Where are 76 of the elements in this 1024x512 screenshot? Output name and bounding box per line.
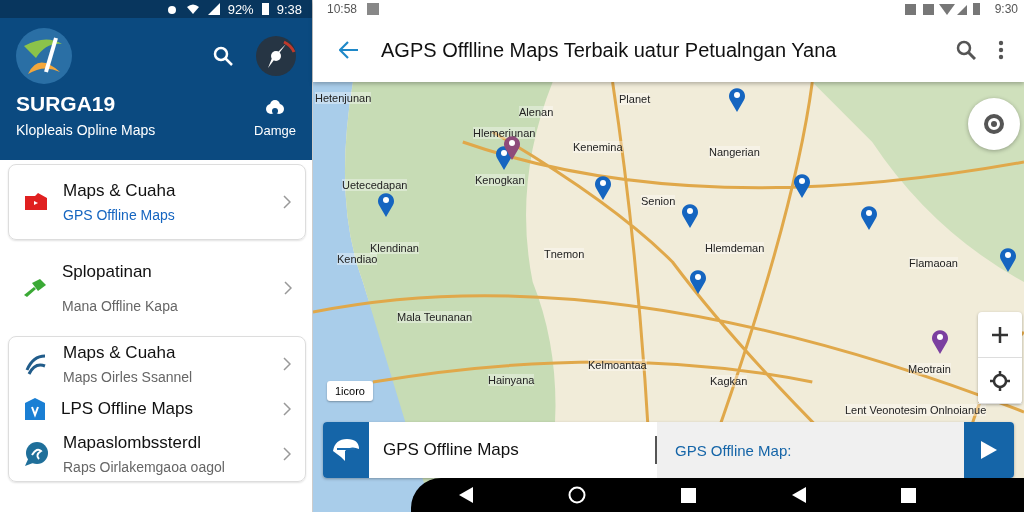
menu-item[interactable]: Maps & Cuaha GPS Offline Maps <box>9 165 305 239</box>
wifi-icon <box>185 3 200 15</box>
place-label: Hainyana <box>488 374 535 386</box>
status-clock: 10:58 <box>327 2 358 16</box>
map-pin-icon[interactable] <box>594 174 612 200</box>
recents-icon[interactable] <box>901 487 917 503</box>
map-pin-icon[interactable] <box>681 202 699 228</box>
compass-icon[interactable] <box>256 36 296 76</box>
crosshair-icon <box>990 370 1010 391</box>
video-icon <box>23 192 49 212</box>
place-label: Kelmoantaa <box>588 359 647 371</box>
place-label: Lent Veonotesim Onlnoianue <box>845 404 987 416</box>
status-time: 9:38 <box>276 1 302 17</box>
place-label: Nangerian <box>709 146 760 158</box>
place-label: Tnemon <box>544 248 585 260</box>
place-label: Kendiao <box>337 253 378 265</box>
menu-link[interactable]: GPS Offline Maps <box>63 207 269 223</box>
place-label: Mala Teunanan <box>397 311 473 323</box>
place-label: Hlemerjunan <box>473 127 536 139</box>
place-label: Hetenjunan <box>315 92 372 104</box>
hammer-icon <box>22 277 48 299</box>
map-pin-icon[interactable] <box>860 204 878 230</box>
plus-icon <box>991 325 1009 344</box>
place-label: Kenemina <box>573 141 623 153</box>
place-label: Planet <box>619 93 651 105</box>
place-label: Klendinan <box>370 242 419 254</box>
account-action[interactable]: Damge <box>254 99 296 138</box>
helmet-icon <box>331 437 361 463</box>
more-icon[interactable] <box>998 40 1004 60</box>
status-time: 9:30 <box>994 2 1018 16</box>
place-label: Alenan <box>519 106 554 118</box>
alarm-icon <box>165 3 178 15</box>
chevron-icon <box>283 402 291 416</box>
menu-item[interactable]: Maps & Cuaha Maps Oirles Ssannel <box>9 337 305 391</box>
chevron-icon <box>283 357 291 371</box>
chevron-icon <box>283 447 291 461</box>
map-pin-icon[interactable] <box>931 328 949 354</box>
back-arrow-icon[interactable] <box>339 41 359 59</box>
place-label: Kenogkan <box>475 174 525 186</box>
place-label: Hlemdeman <box>705 242 765 254</box>
map-pin-icon[interactable] <box>377 191 395 217</box>
search-suggestion[interactable]: GPS Offline Map: <box>657 422 964 478</box>
menu-item[interactable]: Splopatinan Mana Offline Kapa <box>8 248 306 328</box>
back-icon[interactable] <box>791 487 806 503</box>
place-label: Meotrain <box>908 363 951 375</box>
menu-item[interactable]: Mapaslombssterdl Raps Oirlakemgaoa oagol <box>9 427 305 481</box>
home-icon <box>23 397 47 421</box>
drawer-title: SURGA19 <box>16 92 117 116</box>
place-label: Uetecedapan <box>342 179 408 191</box>
chevron-icon <box>284 281 292 295</box>
chat-icon <box>23 441 49 467</box>
map-pin-icon[interactable] <box>999 246 1017 272</box>
drawer-subtitle: Klopleais Opline Maps <box>16 122 156 138</box>
image-icon <box>367 3 380 15</box>
place-label: Kagkan <box>710 375 748 387</box>
play-icon <box>981 441 997 459</box>
map-pin-icon[interactable] <box>689 268 707 294</box>
app-logo-icon <box>16 28 72 84</box>
gps-icon <box>981 111 1007 137</box>
chevron-icon <box>283 195 291 209</box>
battery-icon <box>261 3 269 15</box>
place-label: Flamaoan <box>909 257 958 269</box>
search-icon[interactable] <box>212 45 234 67</box>
map-pin-icon[interactable] <box>793 172 811 198</box>
map-pin-icon[interactable] <box>728 86 746 112</box>
back-icon[interactable] <box>458 487 473 503</box>
place-label: Senion <box>641 195 676 207</box>
search-icon[interactable] <box>956 40 976 60</box>
battery-percent: 92% <box>227 1 254 17</box>
recents-icon[interactable] <box>681 487 697 503</box>
signal-icon <box>207 3 220 15</box>
home-circle-icon[interactable] <box>568 486 587 504</box>
menu-item[interactable]: LPS Offline Maps <box>9 391 305 427</box>
go-button[interactable] <box>964 422 1014 478</box>
scale-label: 1icoro <box>327 381 373 401</box>
app-bar-title: AGPS Offlline Maps Terbaik uatur Petualngan Yana <box>381 38 838 62</box>
